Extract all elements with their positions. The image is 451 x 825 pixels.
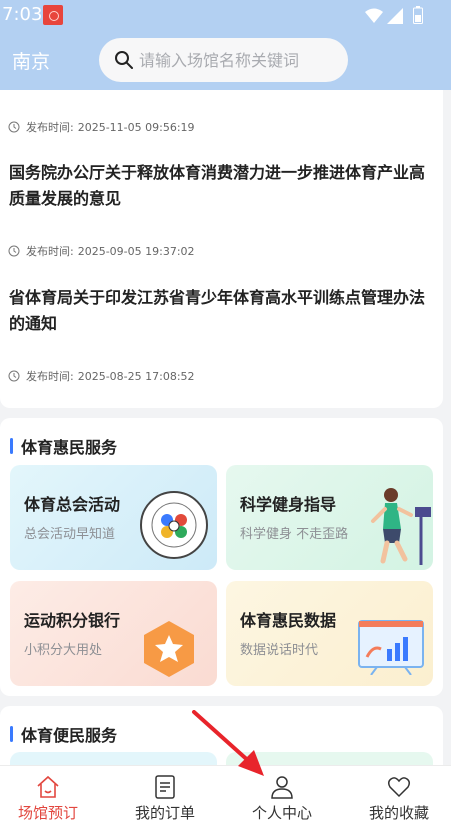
header: 7:03 南京 bbox=[0, 0, 451, 90]
service-sports-data[interactable]: 体育惠民数据 数据说话时代 bbox=[226, 581, 433, 686]
news-time: 2025-09-05 19:37:02 bbox=[77, 244, 195, 258]
section-title-text: 体育惠民服务 bbox=[21, 438, 118, 457]
service-subtitle: 总会活动早知道 bbox=[24, 527, 116, 542]
federation-logo bbox=[140, 491, 208, 559]
news-list: 发布时间: 2025-11-05 09:56:19 国务院办公厅关于释放体育消费潜… bbox=[0, 90, 443, 408]
news-item-title[interactable]: 省体育局关于印发江苏省青少年体育高水平训练点管理办法的通知 bbox=[9, 285, 429, 337]
tab-label: 我的订单 bbox=[134, 804, 195, 822]
chart-board-icon bbox=[358, 620, 424, 675]
tab-personal-center[interactable]: 个人中心 bbox=[226, 766, 338, 825]
service-subtitle: 科学健身 不走歪路 bbox=[240, 527, 349, 542]
section-title: 体育便民服务 bbox=[10, 722, 117, 746]
section-title: 体育惠民服务 bbox=[10, 434, 117, 458]
search-input[interactable] bbox=[139, 38, 339, 82]
clock-icon bbox=[8, 121, 20, 133]
tab-venue-booking[interactable]: 场馆预订 bbox=[0, 766, 104, 825]
news-meta: 发布时间: 2025-08-25 17:08:52 bbox=[8, 368, 195, 384]
status-time: 7:03 bbox=[2, 4, 43, 25]
news-meta-label: 发布时间: bbox=[26, 121, 74, 134]
tab-my-favorites[interactable]: 我的收藏 bbox=[343, 766, 451, 825]
search-icon bbox=[115, 51, 133, 69]
runner-illustration bbox=[371, 488, 431, 565]
service-subtitle: 小积分大用处 bbox=[24, 643, 103, 658]
search-bar[interactable] bbox=[99, 38, 348, 82]
wifi-icon bbox=[365, 8, 383, 23]
service-title: 体育惠民数据 bbox=[240, 611, 337, 630]
news-time: 2025-08-25 17:08:52 bbox=[77, 369, 195, 383]
tab-label: 我的收藏 bbox=[368, 804, 429, 822]
service-title: 体育总会活动 bbox=[24, 495, 121, 514]
services-section: 体育惠民服务 体育总会活动 总会活动早知道 科学健身指导 科学健身 不走歪路 运… bbox=[0, 418, 443, 696]
section-title-text: 体育便民服务 bbox=[21, 726, 118, 745]
battery-icon bbox=[413, 6, 423, 24]
clock-icon bbox=[8, 370, 20, 382]
news-meta: 发布时间: 2025-11-05 09:56:19 bbox=[8, 119, 195, 135]
clock-icon bbox=[8, 245, 20, 257]
tab-label: 个人中心 bbox=[251, 804, 312, 822]
tab-label: 场馆预订 bbox=[17, 804, 78, 822]
service-title: 科学健身指导 bbox=[240, 495, 337, 514]
star-hexagon-icon bbox=[144, 621, 194, 677]
bottom-tab-bar: 场馆预订 我的订单 个人中心 我的收藏 bbox=[0, 765, 451, 825]
home-icon bbox=[37, 775, 59, 798]
notification-icon bbox=[43, 5, 63, 25]
signal-icon bbox=[387, 8, 403, 24]
section-accent-bar bbox=[10, 438, 13, 454]
service-federation-activities[interactable]: 体育总会活动 总会活动早知道 bbox=[10, 465, 217, 570]
news-time: 2025-11-05 09:56:19 bbox=[77, 120, 195, 134]
service-subtitle: 数据说话时代 bbox=[240, 643, 319, 658]
service-title: 运动积分银行 bbox=[24, 611, 121, 630]
order-icon bbox=[155, 775, 175, 799]
news-item-title[interactable]: 国务院办公厅关于释放体育消费潜力进一步推进体育产业高质量发展的意见 bbox=[9, 160, 429, 212]
tab-my-orders[interactable]: 我的订单 bbox=[109, 766, 221, 825]
heart-icon bbox=[387, 777, 411, 798]
service-points-bank[interactable]: 运动积分银行 小积分大用处 bbox=[10, 581, 217, 686]
person-icon bbox=[271, 776, 293, 799]
section-accent-bar bbox=[10, 726, 13, 742]
status-bar: 7:03 bbox=[0, 0, 451, 32]
news-meta-label: 发布时间: bbox=[26, 370, 74, 383]
city-selector[interactable]: 南京 bbox=[12, 47, 50, 74]
news-meta-label: 发布时间: bbox=[26, 245, 74, 258]
service-fitness-guide[interactable]: 科学健身指导 科学健身 不走歪路 bbox=[226, 465, 433, 570]
news-meta: 发布时间: 2025-09-05 19:37:02 bbox=[8, 243, 195, 259]
